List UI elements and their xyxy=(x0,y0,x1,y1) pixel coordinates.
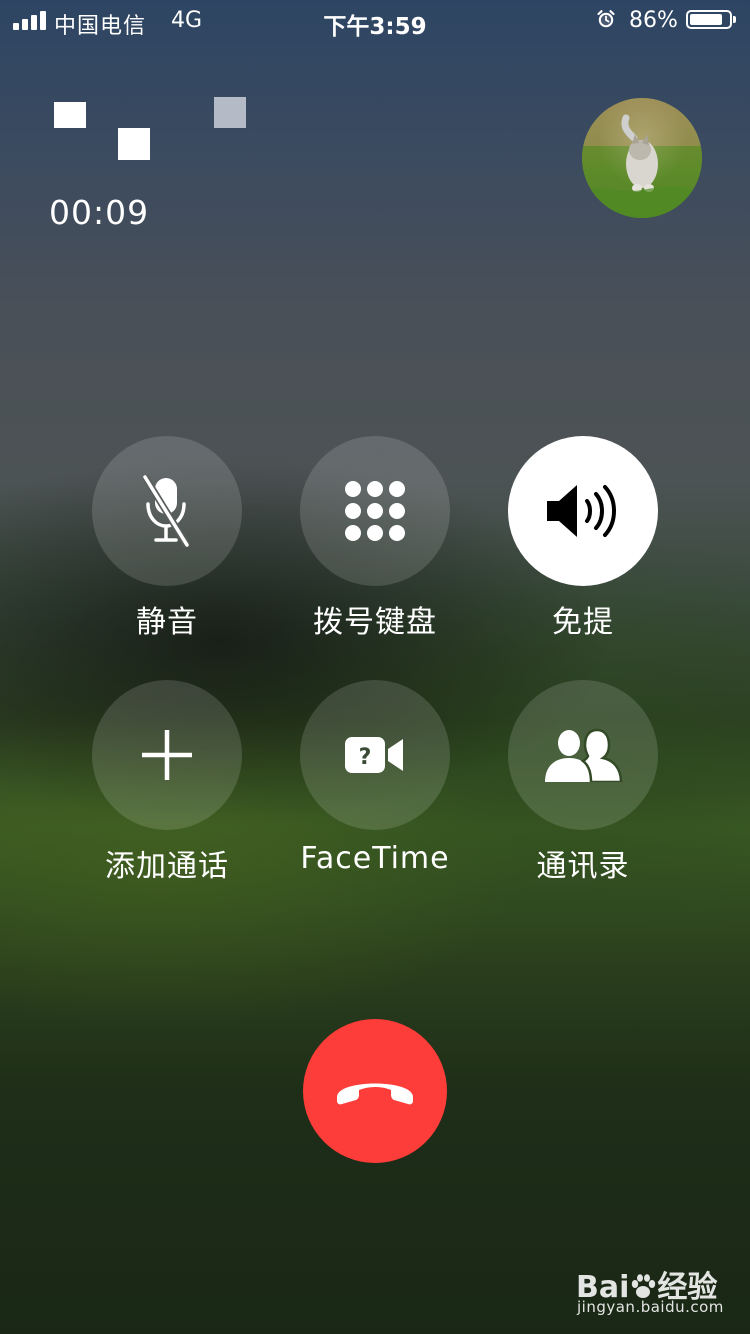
keypad-button[interactable] xyxy=(300,436,450,586)
svg-text:?: ? xyxy=(359,745,372,770)
contacts-icon xyxy=(545,728,623,782)
facetime-label: FaceTime xyxy=(300,841,450,876)
battery-tip xyxy=(733,16,736,23)
caller-avatar xyxy=(582,98,702,218)
end-call-button[interactable] xyxy=(303,1019,447,1163)
battery-icon xyxy=(686,10,732,29)
call-timer: 00:09 xyxy=(49,193,150,232)
add-call-button[interactable] xyxy=(92,680,242,830)
contacts-button[interactable] xyxy=(508,680,658,830)
facetime-icon: ? xyxy=(345,737,403,773)
keypad-icon xyxy=(345,481,405,541)
speaker-icon xyxy=(547,485,616,537)
baidu-jingyan-watermark: Bai 经验 jingyan.baidu.com xyxy=(572,1262,724,1322)
caller-name-redacted xyxy=(50,95,250,165)
contacts-label: 通讯录 xyxy=(536,849,630,884)
alarm-icon xyxy=(597,10,615,28)
mute-button[interactable] xyxy=(92,436,242,586)
speaker-label: 免提 xyxy=(552,605,614,640)
watermark-url: jingyan.baidu.com xyxy=(577,1298,724,1316)
mute-label: 静音 xyxy=(136,605,198,640)
add-call-label: 添加通话 xyxy=(105,849,229,884)
keypad-label: 拨号键盘 xyxy=(313,605,437,640)
plus-icon xyxy=(142,730,192,780)
battery-percent: 86% xyxy=(629,8,678,33)
status-bar: 中国电信 4G 下午3:59 86% xyxy=(0,0,750,40)
battery-level-fill xyxy=(690,14,723,25)
baidu-paw-icon xyxy=(632,1274,656,1298)
speaker-button[interactable] xyxy=(508,436,658,586)
end-call-icon xyxy=(337,1083,413,1105)
mic-off-icon xyxy=(142,475,190,547)
facetime-button[interactable]: ? xyxy=(300,680,450,830)
cat-photo-icon xyxy=(582,98,702,218)
